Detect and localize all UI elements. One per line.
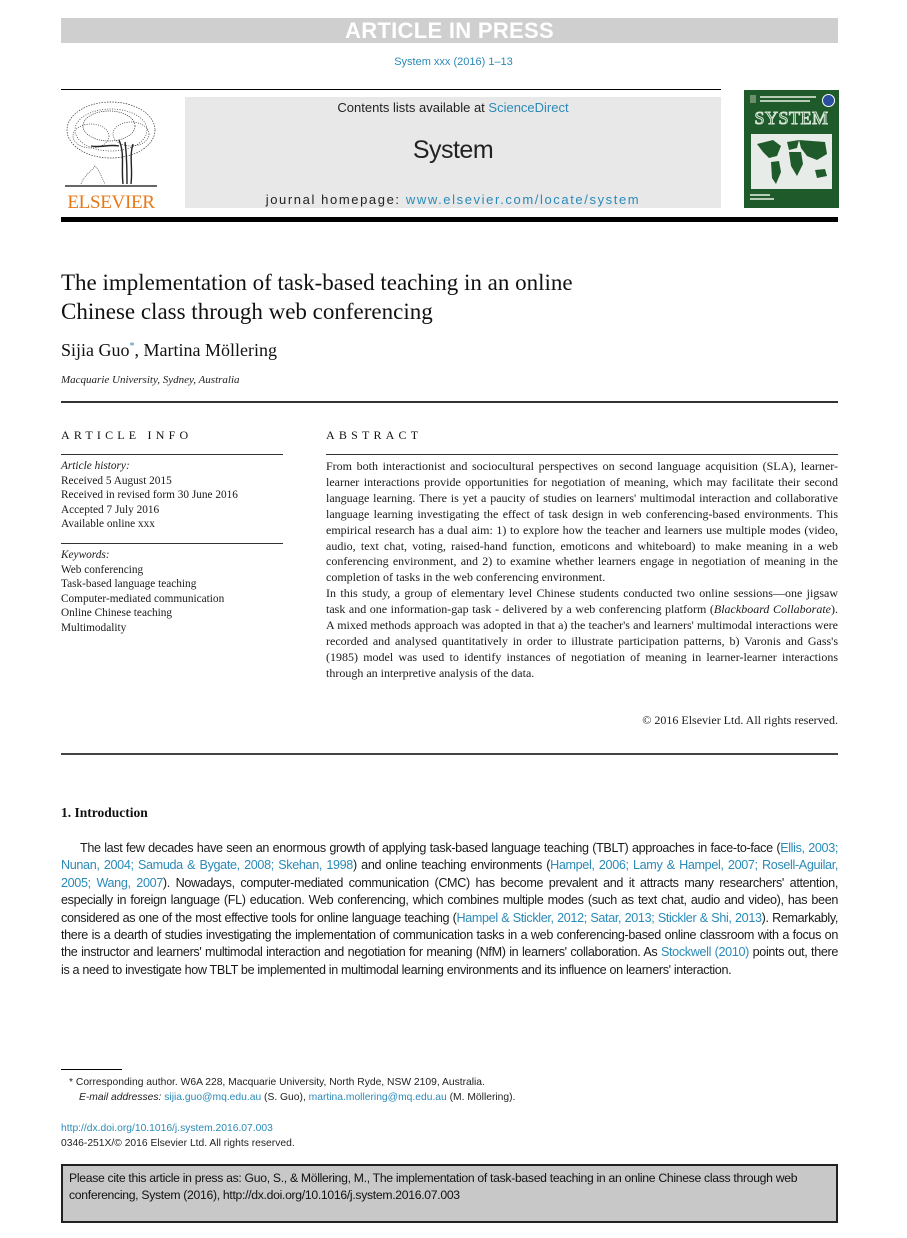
cover-badge-icon — [822, 94, 835, 107]
email-owner: (S. Guo), — [261, 1092, 309, 1104]
keyword-item: Computer-mediated communication — [61, 592, 225, 605]
platform-name: Blackboard Collaborate — [713, 602, 831, 617]
corresponding-author-footnote: * Corresponding author. W6A 228, Macquar… — [69, 1075, 515, 1090]
author-separator: , — [134, 340, 144, 360]
keyword-item: Online Chinese teaching — [61, 607, 173, 619]
cover-publisher-logo-icon — [750, 95, 756, 103]
article-in-press-banner: ARTICLE IN PRESS — [61, 18, 838, 43]
abstract-paragraph: From both interactionist and sociocultur… — [326, 459, 838, 585]
email-footnote: E-mail addresses: sijia.guo@mq.edu.au (S… — [69, 1090, 515, 1105]
doi-link[interactable]: http://dx.doi.org/10.1016/j.system.2016.… — [61, 1121, 295, 1136]
keyword-item: Task-based language teaching — [61, 578, 197, 590]
keyword-item: Web conferencing — [61, 563, 144, 576]
citation-text: Please cite this article in press as: Gu… — [69, 1171, 798, 1202]
citation-link[interactable]: Hampel & Stickler, 2012; Satar, 2013; St… — [456, 911, 762, 925]
homepage-prefix: journal homepage: — [265, 192, 406, 207]
world-map-icon — [751, 134, 832, 189]
article-history: Article history: Received 5 August 2015 … — [61, 459, 238, 532]
history-item: Accepted 7 July 2016 — [61, 503, 160, 516]
abstract-paragraph: In this study, a group of elementary lev… — [326, 586, 838, 681]
article-title: The implementation of task-based teachin… — [61, 268, 761, 326]
email-owner: (M. Möllering). — [446, 1092, 516, 1104]
author-name: Martina Möllering — [143, 340, 277, 360]
citation-link[interactable]: Stockwell (2010) — [661, 945, 749, 959]
doi-block: http://dx.doi.org/10.1016/j.system.2016.… — [61, 1121, 295, 1151]
author-list: Sijia Guo*, Martina Möllering — [61, 340, 277, 361]
history-item: Available online xxx — [61, 518, 155, 530]
keywords-list: Keywords: Web conferencing Task-based la… — [61, 548, 224, 635]
section-divider — [61, 401, 838, 403]
contents-available-line: Contents lists available at ScienceDirec… — [185, 100, 721, 115]
keyword-item: Multimodality — [61, 621, 127, 634]
elsevier-wordmark: ELSEVIER — [67, 192, 155, 213]
section-divider — [61, 753, 838, 755]
journal-cover-thumbnail[interactable]: SYSTEM — [744, 90, 839, 208]
footnote-text: Corresponding author. W6A 228, Macquarie… — [73, 1077, 485, 1088]
article-info-heading: ARTICLE INFO — [61, 428, 193, 442]
keywords-label: Keywords: — [61, 549, 110, 561]
article-title-line: Chinese class through web conferencing — [61, 299, 433, 324]
footnote-rule — [61, 1069, 122, 1070]
article-info-rule — [61, 543, 283, 544]
issn-line: 0346-251X/© 2016 Elsevier Ltd. All right… — [61, 1138, 295, 1149]
journal-name: System — [412, 136, 494, 164]
body-text: ) and online teaching environments ( — [352, 858, 551, 873]
masthead-bottom-rule — [61, 217, 838, 222]
email-link[interactable]: martina.mollering@mq.edu.au — [309, 1092, 447, 1103]
cover-subtitle-line — [760, 96, 816, 98]
sciencedirect-link[interactable]: ScienceDirect — [488, 100, 568, 115]
masthead-top-rule — [61, 89, 721, 90]
introduction-paragraph: The last few decades have seen an enormo… — [61, 840, 838, 979]
article-info-rule — [61, 454, 283, 455]
affiliation: Macquarie University, Sydney, Australia — [61, 374, 240, 386]
journal-reference-link[interactable]: System xxx (2016) 1–13 — [0, 56, 907, 68]
history-item: Received in revised form 30 June 2016 — [61, 489, 238, 501]
introduction-heading: 1. Introduction — [61, 805, 148, 820]
journal-homepage-link[interactable]: www.elsevier.com/locate/system — [406, 192, 640, 207]
body-text: The last few decades have seen an enormo… — [80, 841, 781, 855]
journal-homepage-line: journal homepage: www.elsevier.com/locat… — [185, 192, 721, 207]
cover-footer-line — [750, 194, 770, 196]
author-name: Sijia Guo — [61, 340, 130, 360]
cover-title: SYSTEM — [754, 108, 829, 129]
cover-subtitle-line — [760, 100, 810, 102]
contents-prefix: Contents lists available at — [337, 100, 489, 115]
abstract-rule — [326, 454, 838, 455]
cover-footer-line — [750, 198, 774, 200]
email-label: E-mail addresses: — [79, 1092, 162, 1104]
email-link[interactable]: sijia.guo@mq.edu.au — [164, 1092, 261, 1103]
abstract-copyright: © 2016 Elsevier Ltd. All rights reserved… — [642, 713, 838, 727]
citation-box: Please cite this article in press as: Gu… — [61, 1164, 838, 1223]
abstract-heading: ABSTRACT — [326, 428, 423, 442]
article-title-line: The implementation of task-based teachin… — [61, 270, 573, 295]
history-label: Article history: — [61, 460, 130, 472]
footnotes: * Corresponding author. W6A 228, Macquar… — [69, 1075, 515, 1106]
abstract-body: From both interactionist and sociocultur… — [326, 459, 838, 682]
history-item: Received 5 August 2015 — [61, 474, 172, 487]
